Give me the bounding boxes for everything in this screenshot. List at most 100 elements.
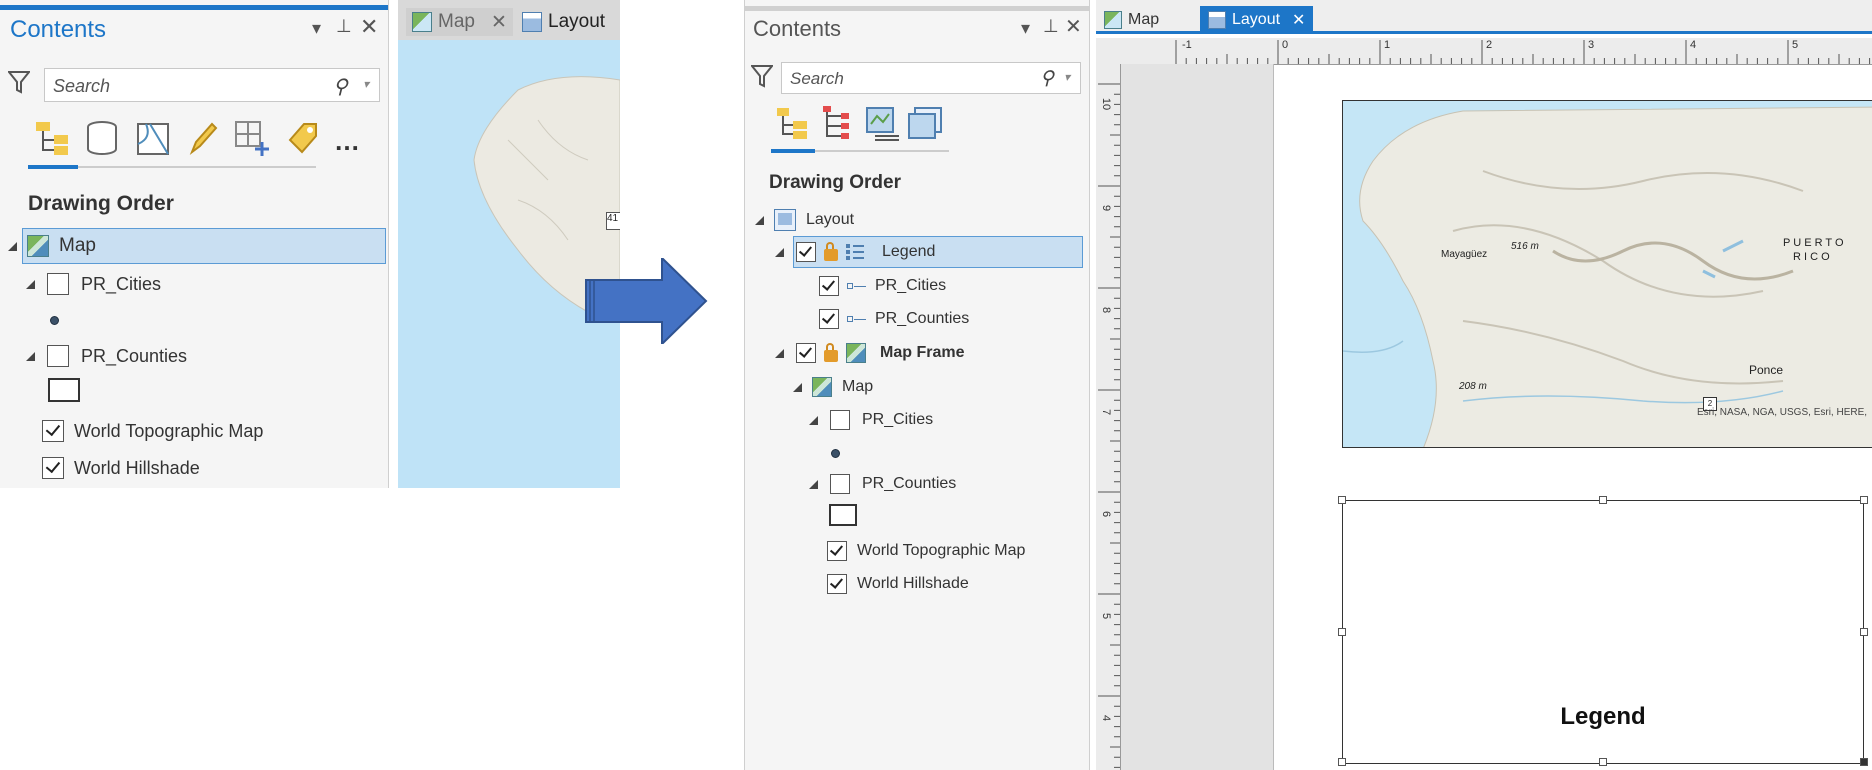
map-tab-icon <box>412 12 432 32</box>
tab-close-icon[interactable]: ✕ <box>491 11 507 34</box>
point-symbol-icon[interactable] <box>50 312 59 330</box>
resize-handle[interactable] <box>1860 758 1868 766</box>
list-by-editing-icon[interactable] <box>188 120 218 156</box>
tree-item-map[interactable]: Map <box>793 373 873 401</box>
resize-handle[interactable] <box>1860 496 1868 504</box>
tree-item-map[interactable]: Map <box>8 230 96 262</box>
visibility-checkbox[interactable] <box>827 574 847 594</box>
tab-close-icon[interactable]: ✕ <box>1292 10 1305 30</box>
collapse-icon[interactable] <box>8 241 17 251</box>
pane-menu-icon[interactable]: ▾ <box>312 18 321 39</box>
ruler-label: 0 <box>1282 39 1289 51</box>
resize-handle[interactable] <box>1599 496 1607 504</box>
visibility-checkbox[interactable] <box>42 457 64 479</box>
tab-map[interactable]: Map <box>1104 8 1159 32</box>
polygon-symbol-icon[interactable] <box>829 504 857 531</box>
ruler-label: 4 <box>1100 714 1113 722</box>
ruler-label: 9 <box>1100 204 1113 212</box>
pin-icon[interactable]: ⊥ <box>1043 16 1059 37</box>
collapse-icon[interactable] <box>755 215 764 225</box>
tab-layout[interactable]: Layout ✕ <box>1200 6 1314 34</box>
collapse-icon[interactable] <box>26 351 35 361</box>
close-icon[interactable]: ✕ <box>360 14 378 40</box>
visibility-checkbox[interactable] <box>819 276 839 296</box>
collapse-icon[interactable] <box>775 247 784 257</box>
tree-item-world-hillshade[interactable]: World Hillshade <box>827 570 969 598</box>
tree-item-legend[interactable]: Legend <box>775 238 935 266</box>
tree-item-label: World Topographic Map <box>74 420 264 441</box>
route-shield: 41 <box>606 212 620 230</box>
visibility-checkbox[interactable] <box>830 410 850 430</box>
resize-handle[interactable] <box>1338 758 1346 766</box>
tree-item-pr-cities[interactable]: PR_Cities <box>809 406 933 434</box>
resize-handle[interactable] <box>1599 758 1607 766</box>
more-options-icon[interactable]: … <box>334 126 360 157</box>
tree-item-label: World Hillshade <box>74 457 200 478</box>
search-input[interactable]: Search ⚲ ▾ <box>781 62 1081 94</box>
search-icon[interactable]: ⚲ <box>333 74 348 99</box>
tree-item-pr-counties[interactable]: PR_Counties <box>26 340 187 372</box>
visibility-checkbox[interactable] <box>47 273 69 295</box>
list-by-graphics-icon[interactable] <box>907 106 943 142</box>
collapse-icon[interactable] <box>793 382 802 392</box>
visibility-checkbox[interactable] <box>827 541 847 561</box>
visibility-checkbox[interactable] <box>819 309 839 329</box>
list-by-drawing-order-icon[interactable] <box>34 120 74 156</box>
horizontal-ruler[interactable]: -1 0 1 2 3 4 5 <box>1096 38 1872 65</box>
tab-map[interactable]: Map ✕ <box>406 8 513 36</box>
visibility-checkbox[interactable] <box>796 343 816 363</box>
list-by-source-icon[interactable] <box>86 120 118 156</box>
collapse-icon[interactable] <box>809 415 818 425</box>
filter-icon[interactable] <box>6 70 32 94</box>
visibility-checkbox[interactable] <box>830 474 850 494</box>
polygon-symbol-icon[interactable] <box>48 378 80 407</box>
lock-icon[interactable] <box>824 242 838 261</box>
visibility-checkbox[interactable] <box>796 242 816 262</box>
pin-icon[interactable]: ⊥ <box>336 16 352 37</box>
map-frame[interactable]: Mayagüez 516 m 208 m Ponce 2 P U E R T O… <box>1342 100 1872 448</box>
legend-frame[interactable]: Legend <box>1342 500 1864 764</box>
tree-item-map-frame[interactable]: Map Frame <box>775 339 964 367</box>
close-icon[interactable]: ✕ <box>1065 14 1082 39</box>
tree-item-pr-counties[interactable]: PR_Counties <box>809 470 956 498</box>
tree-item-label: World Topographic Map <box>857 542 1026 559</box>
list-by-labeling-icon[interactable] <box>286 120 320 156</box>
point-symbol-icon[interactable] <box>831 445 840 463</box>
tree-item-layout[interactable]: Layout <box>755 206 854 234</box>
resize-handle[interactable] <box>1338 628 1346 636</box>
legend-item-pr-cities[interactable]: PR_Cities <box>819 272 946 300</box>
search-dropdown-icon[interactable]: ▾ <box>363 77 369 91</box>
vertical-ruler[interactable]: 10 9 8 7 6 5 4 <box>1096 64 1121 770</box>
left-screenshot: Contents ▾ ⊥ ✕ Search ⚲ ▾ … Drawing Orde… <box>0 0 620 488</box>
collapse-icon[interactable] <box>775 348 784 358</box>
map-view-left[interactable]: Map ✕ Layout 41 <box>398 0 620 488</box>
list-by-selection-icon[interactable] <box>821 106 851 142</box>
visibility-checkbox[interactable] <box>42 420 64 442</box>
tree-item-world-hillshade[interactable]: World Hillshade <box>42 452 200 484</box>
list-by-selection-icon[interactable] <box>136 120 170 156</box>
list-by-drawing-order-icon[interactable] <box>775 106 811 142</box>
map-tab-icon <box>1104 11 1122 29</box>
search-input[interactable]: Search ⚲ ▾ <box>44 68 380 102</box>
collapse-icon[interactable] <box>26 279 35 289</box>
layout-view[interactable]: Map Layout ✕ -1 0 1 2 3 4 5 10 9 8 7 6 5… <box>1096 0 1872 770</box>
list-by-snapping-icon[interactable] <box>234 120 272 156</box>
tab-layout[interactable]: Layout <box>522 8 605 36</box>
toolbar-active-indicator <box>771 149 815 153</box>
pane-menu-icon[interactable]: ▾ <box>1021 18 1030 39</box>
visibility-checkbox[interactable] <box>47 345 69 367</box>
tree-item-world-topographic-map[interactable]: World Topographic Map <box>827 537 1025 565</box>
tree-item-pr-cities[interactable]: PR_Cities <box>26 268 161 300</box>
collapse-icon[interactable] <box>809 479 818 489</box>
filter-icon[interactable] <box>749 64 775 88</box>
list-by-map-frame-icon[interactable] <box>865 106 901 142</box>
resize-handle[interactable] <box>1338 496 1346 504</box>
resize-handle[interactable] <box>1860 628 1868 636</box>
lock-icon[interactable] <box>824 343 838 362</box>
tree-item-world-topographic-map[interactable]: World Topographic Map <box>42 415 263 447</box>
search-dropdown-icon[interactable]: ▾ <box>1064 70 1070 84</box>
tab-label: Layout <box>548 11 606 32</box>
legend-item-pr-counties[interactable]: PR_Counties <box>819 305 969 333</box>
search-icon[interactable]: ⚲ <box>1040 67 1054 90</box>
toolbar-active-indicator <box>28 165 78 169</box>
